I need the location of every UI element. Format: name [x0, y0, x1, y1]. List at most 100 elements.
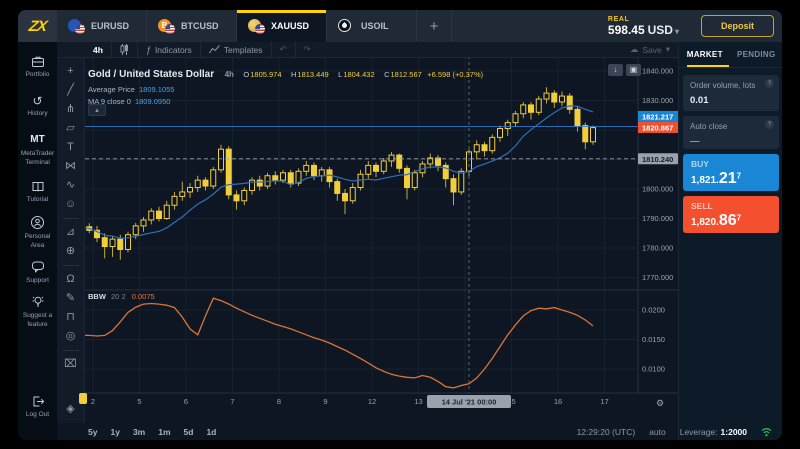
- sidebar-item-history[interactable]: ↺ History: [18, 95, 57, 118]
- auto-close-value[interactable]: —: [690, 136, 772, 147]
- average-price-value: 1809.1055: [139, 85, 174, 94]
- range-5d[interactable]: 5d: [184, 427, 194, 437]
- svg-text:1790.000: 1790.000: [642, 214, 673, 223]
- sidebar-item-portfolio[interactable]: Portfolio: [18, 55, 57, 79]
- exness-logo: ZX: [27, 18, 47, 35]
- sidebar-item-metatrader[interactable]: MT MetaTrader Terminal: [18, 133, 57, 167]
- tab-eurusd[interactable]: EURUSD: [57, 10, 147, 42]
- account-balance: 598.45USD▾: [608, 23, 679, 37]
- chart-quick-buttons: ↓ ▣: [608, 64, 641, 76]
- save-layout-button[interactable]: ☁ Save ▾: [630, 44, 670, 55]
- mt-icon: MT: [18, 133, 57, 147]
- range-3m[interactable]: 3m: [133, 427, 145, 437]
- logout-icon: [31, 395, 45, 408]
- sidebar-item-tutorial[interactable]: Tutorial: [18, 180, 57, 204]
- templates-button[interactable]: Templates: [201, 42, 272, 57]
- remove-drawings-tool-icon[interactable]: ⌧: [57, 359, 84, 370]
- deposit-button[interactable]: Deposit: [701, 15, 774, 37]
- bbw-indicator-legend[interactable]: BBW 20 2 0.0075: [88, 292, 155, 301]
- tab-xauusd[interactable]: XAUUSD: [237, 10, 327, 42]
- svg-text:2: 2: [91, 397, 95, 406]
- zoom-in-tool-icon[interactable]: ⊕: [57, 246, 84, 257]
- collapse-legend-button[interactable]: ▴: [88, 104, 106, 116]
- lightbulb-icon: [31, 295, 45, 309]
- logo-cell[interactable]: ZX: [18, 10, 57, 42]
- buy-price: 1,821.217: [691, 170, 771, 188]
- chart-area: 1840.0001830.0001820.0001810.0001800.000…: [85, 42, 678, 413]
- indicators-button[interactable]: ƒ Indicators: [138, 42, 201, 57]
- wave-tool-icon[interactable]: ∿: [57, 180, 84, 191]
- drawing-mode-tool-icon[interactable]: ✎: [57, 293, 84, 304]
- help-icon[interactable]: ?: [765, 120, 774, 129]
- account-type-badge: REAL: [608, 16, 679, 23]
- pitchfork-tool-icon[interactable]: ⋔: [57, 104, 84, 115]
- svg-text:7: 7: [230, 397, 234, 406]
- sidebar-item-logout[interactable]: Log Out: [18, 395, 57, 419]
- svg-text:13: 13: [414, 397, 422, 406]
- help-icon[interactable]: ?: [765, 79, 774, 88]
- emoji-tool-icon[interactable]: ☺: [57, 199, 84, 210]
- range-1y[interactable]: 1y: [110, 427, 119, 437]
- range-5y[interactable]: 5y: [88, 427, 97, 437]
- personal-area-icon: [30, 215, 45, 230]
- svg-text:16: 16: [554, 397, 562, 406]
- sell-button[interactable]: SELL 1,820.867: [683, 196, 779, 233]
- tools-divider: [63, 218, 79, 219]
- pattern-tool-icon[interactable]: ⋈: [57, 161, 84, 172]
- order-volume-value[interactable]: 0.01: [690, 95, 772, 106]
- instrument-name: Gold / United States Dollar: [88, 69, 214, 80]
- order-panel: MARKET PENDING Order volume, lots 0.01 ?…: [678, 42, 782, 440]
- chart-type-button[interactable]: [112, 42, 138, 57]
- active-tab-underline: [687, 65, 729, 67]
- magnet-tool-icon[interactable]: Ω: [57, 274, 84, 285]
- svg-text:⚙: ⚙: [656, 398, 664, 408]
- sidebar-item-suggest-feature[interactable]: Suggest a feature: [18, 295, 57, 329]
- cloud-icon: ☁: [630, 44, 639, 55]
- close-value: 1812.567: [391, 70, 422, 79]
- average-price-row: Average Price1809.1055: [88, 85, 483, 94]
- tab-pending[interactable]: PENDING: [731, 50, 783, 59]
- leverage-value: 1:2000: [721, 427, 747, 437]
- undo-button[interactable]: ↶: [272, 42, 296, 57]
- lock-drawings-tool-icon[interactable]: ⊓: [57, 312, 84, 323]
- scroll-to-latest-icon[interactable]: ↓: [608, 64, 623, 76]
- ruler-tool-icon[interactable]: ⊿: [57, 227, 84, 238]
- svg-text:9: 9: [323, 397, 327, 406]
- tab-market[interactable]: MARKET: [679, 50, 731, 59]
- svg-text:1810.240: 1810.240: [642, 155, 673, 164]
- candlestick-type-icon: [120, 44, 129, 55]
- add-instrument-button[interactable]: +: [417, 10, 452, 42]
- sidebar-item-personal-area[interactable]: Personal Area: [18, 215, 57, 250]
- support-chat-icon: [31, 260, 45, 274]
- leverage-label: Leverage:1:2000: [680, 427, 747, 437]
- account-selector[interactable]: REAL 598.45USD▾: [608, 10, 679, 42]
- tools-divider: [63, 350, 79, 351]
- tab-usoil[interactable]: USOIL: [327, 10, 417, 42]
- svg-text:12: 12: [368, 397, 376, 406]
- tab-btcusd[interactable]: B BTCUSD: [147, 10, 237, 42]
- low-value: 1804.432: [343, 70, 374, 79]
- range-1m[interactable]: 1m: [158, 427, 170, 437]
- text-tool-icon[interactable]: T: [57, 142, 84, 153]
- svg-text:6: 6: [184, 397, 188, 406]
- hide-drawings-tool-icon[interactable]: ◎: [57, 331, 84, 342]
- redo-button[interactable]: ↷: [296, 42, 319, 57]
- order-volume-field[interactable]: Order volume, lots 0.01 ?: [683, 75, 779, 111]
- svg-text:1770.000: 1770.000: [642, 273, 673, 282]
- timezone-auto-toggle[interactable]: auto: [649, 427, 666, 437]
- range-1d[interactable]: 1d: [206, 427, 216, 437]
- auto-close-field[interactable]: Auto close — ?: [683, 116, 779, 149]
- shapes-tool-icon[interactable]: ▱: [57, 123, 84, 134]
- svg-text:1830.000: 1830.000: [642, 96, 673, 105]
- svg-text:1800.000: 1800.000: [642, 185, 673, 194]
- eurusd-flags-icon: [68, 18, 85, 34]
- crosshair-tool-icon[interactable]: +: [57, 66, 84, 77]
- sidebar-item-support[interactable]: Support: [18, 260, 57, 285]
- trendline-tool-icon[interactable]: ╱: [57, 85, 84, 96]
- screenshot-icon[interactable]: ▣: [626, 64, 641, 76]
- object-tree-icon[interactable]: ◈: [57, 404, 84, 415]
- buy-button[interactable]: BUY 1,821.217: [683, 154, 779, 191]
- function-icon: ƒ: [146, 45, 151, 55]
- connection-status-icon: [761, 427, 772, 437]
- timeframe-button[interactable]: 4h: [85, 42, 112, 57]
